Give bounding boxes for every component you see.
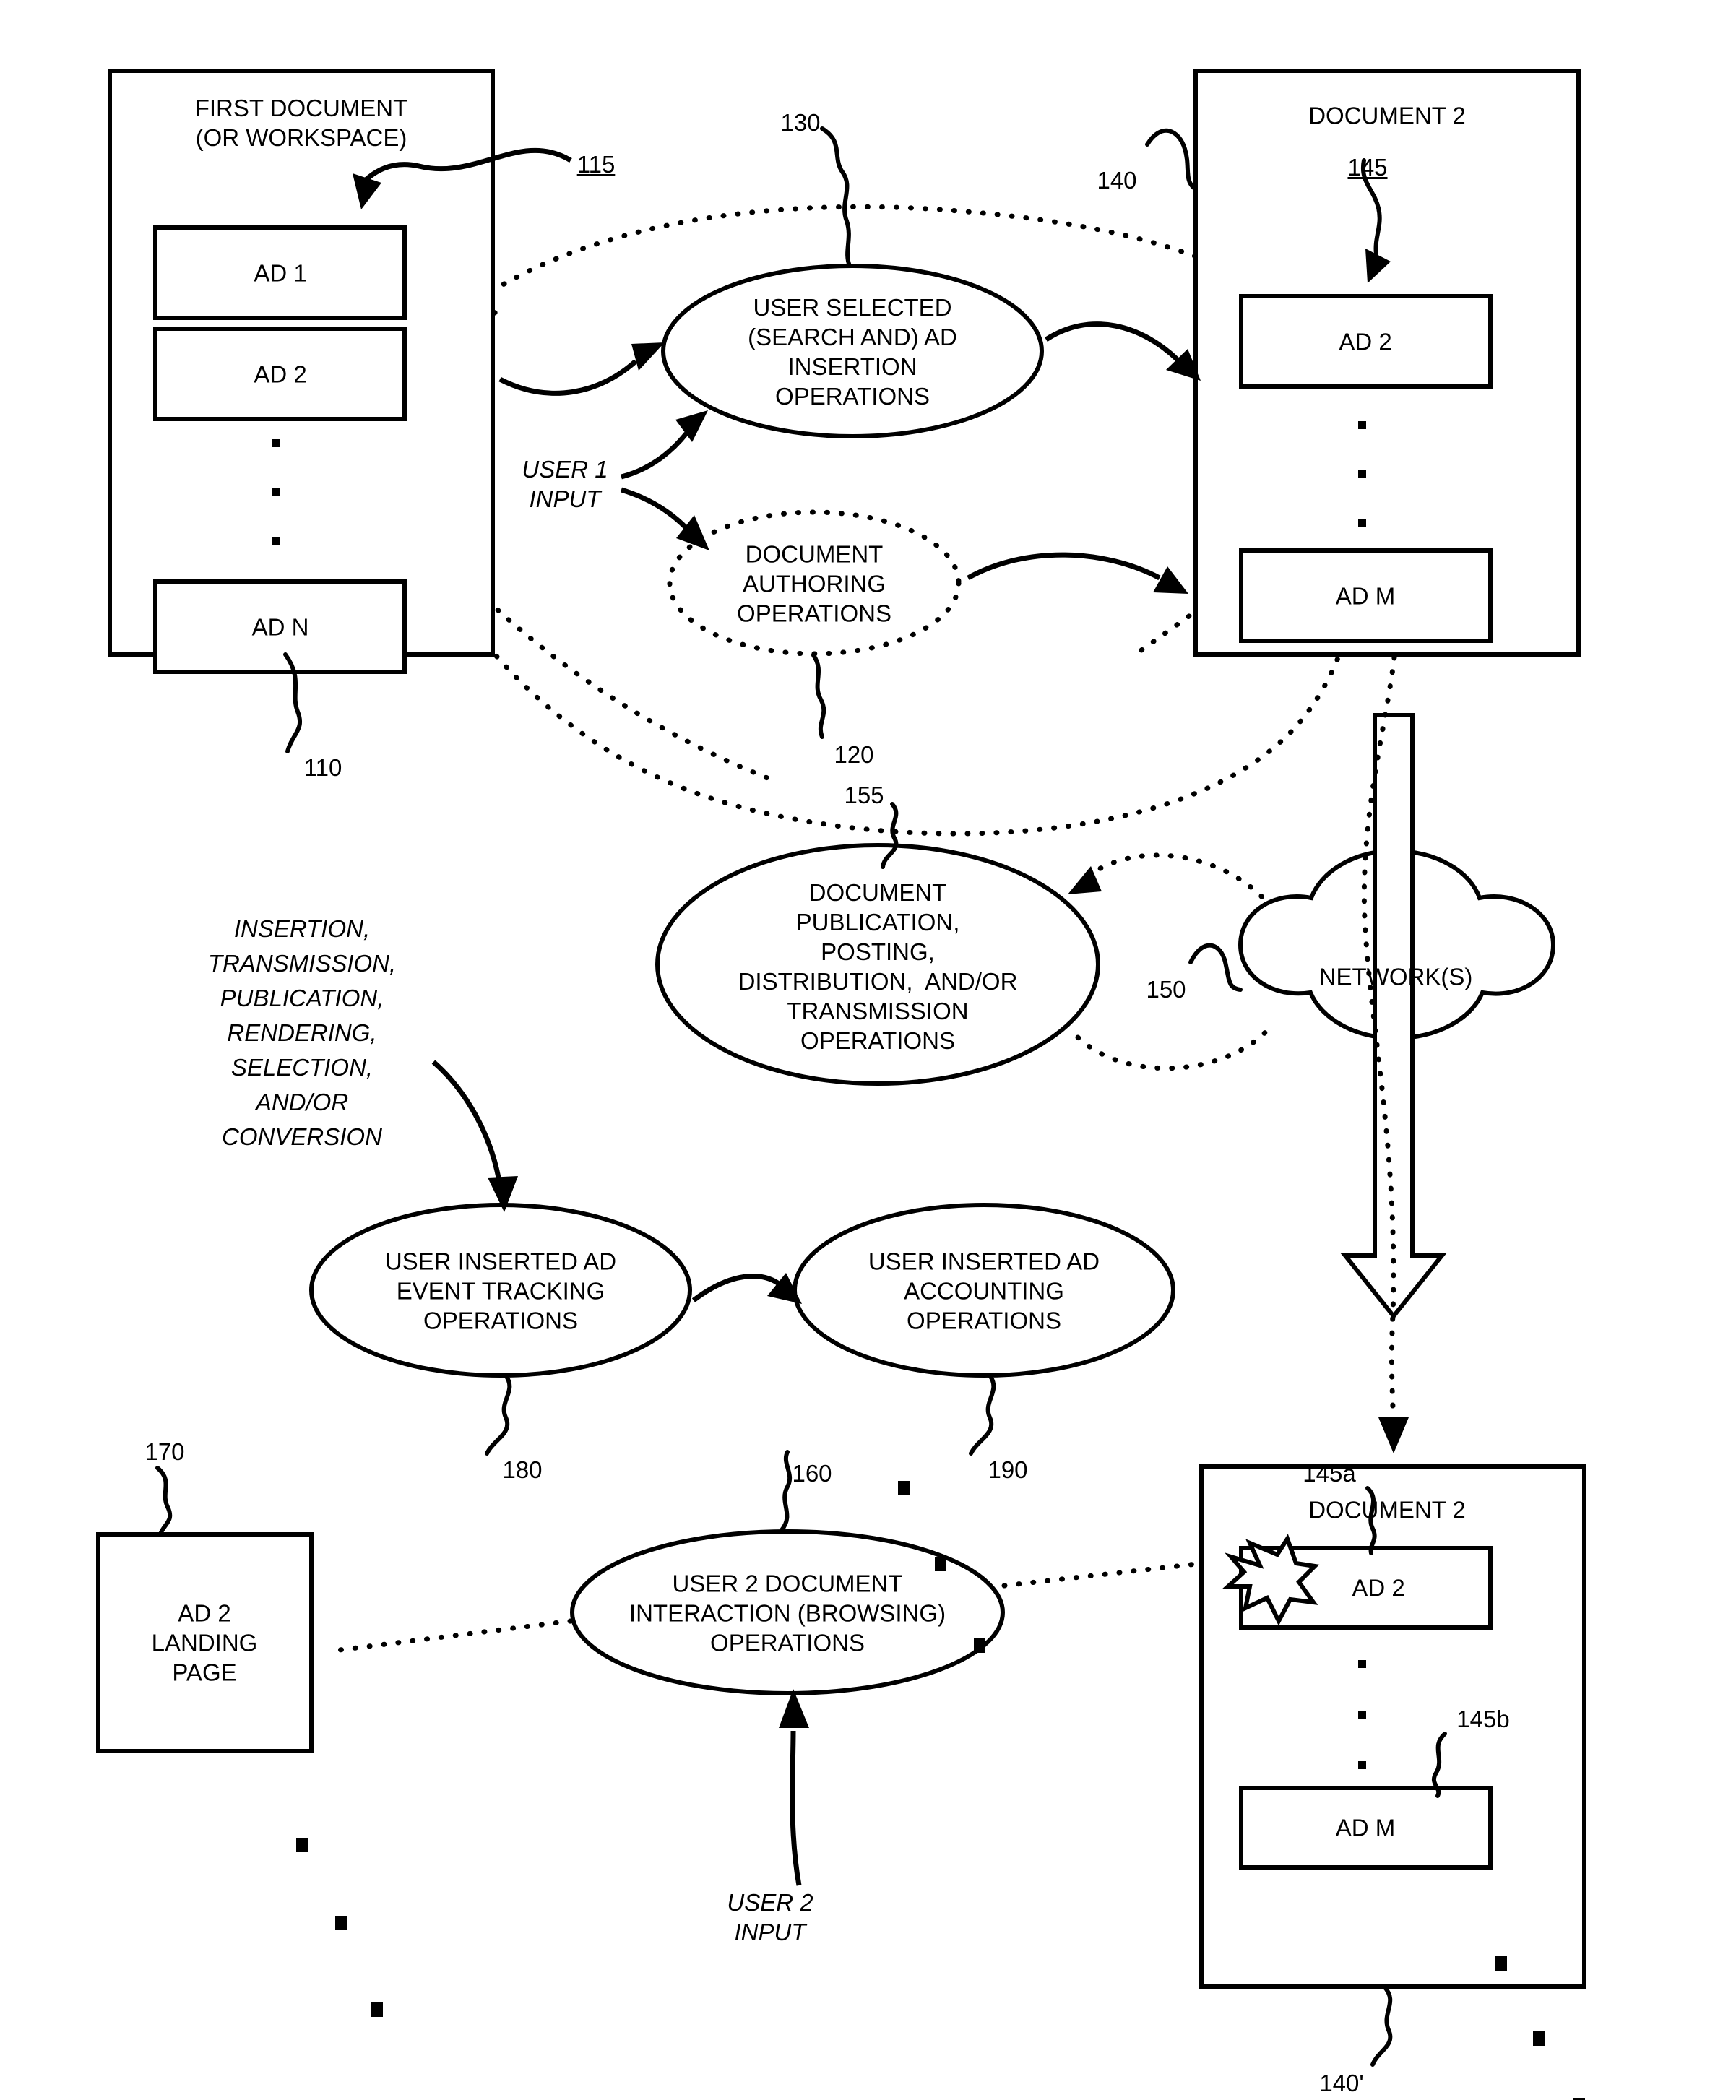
document2-top-ad-2-label: AD 2 [1339,328,1392,355]
arrowhead-ad2-to-insertion [631,342,665,371]
browsing-label: USER 2 DOCUMENT INTERACTION (BROWSING) O… [629,1570,946,1656]
arrow-insertion-to-doc2 [1045,321,1180,362]
ref-160: 160 [792,1460,832,1487]
continuation-dot [1495,1956,1507,1971]
leader-150 [1188,943,1243,992]
ref-140-prime: 140' [1319,2070,1364,2096]
document2-bottom-box [1199,1464,1586,1989]
arrow-user1-to-insertion [621,431,688,480]
ref-150: 150 [1146,976,1186,1003]
document2-bottom-ad-m-label: AD M [1335,1814,1396,1841]
leader-190 [969,1373,996,1456]
ad-insertion-label: USER SELECTED (SEARCH AND) AD INSERTION … [748,294,957,410]
first-document-ad-n-label: AD N [251,613,309,641]
continuation-dot [898,1481,910,1495]
publication-label: DOCUMENT PUBLICATION, POSTING, DISTRIBUT… [738,879,1018,1054]
leader-160 [780,1450,793,1532]
dotted-browsing-to-landing [337,1618,574,1653]
continuation-dot [974,1638,985,1653]
ref-145a: 145a [1303,1460,1356,1487]
ellipsis-dot [1358,1660,1366,1668]
arrowhead-cloud-to-publication [1068,866,1102,894]
dotted-ad2click-to-browsing [1001,1557,1231,1589]
network-label: NETWORK(S) [1318,963,1473,990]
leader-140prime [1370,1984,1393,2067]
first-document-ad-1-label: AD 1 [254,259,307,287]
leader-140 [1145,128,1198,191]
leader-180 [485,1373,512,1456]
continuation-dot [371,2002,383,2017]
ref-130: 130 [780,109,821,136]
continuation-dot [335,1916,347,1930]
arrow-user1-to-authoring [620,487,690,532]
ellipsis-dot [1358,1761,1366,1769]
arrow-lifecycle-to-tracking [431,1060,501,1178]
document2-top-ad-m-label: AD M [1335,582,1396,610]
user1-input-label: USER 1 INPUT [522,456,608,512]
ref-120: 120 [834,741,874,768]
ellipsis-dot [272,488,280,496]
arrow-tracking-to-accounting [691,1274,784,1302]
ref-110: 110 [303,754,342,781]
ref-155: 155 [844,782,884,808]
dotted-publication-to-cloud [1075,1023,1274,1071]
ref-145b: 145b [1456,1706,1510,1732]
event-tracking-label: USER INSERTED AD EVENT TRACKING OPERATIO… [384,1248,617,1334]
document2-bottom-ad-2-label: AD 2 [1352,1574,1405,1602]
accounting-label: USER INSERTED AD ACCOUNTING OPERATIONS [868,1248,1100,1334]
ellipsis-dot [1358,519,1366,527]
ref-140: 140 [1097,167,1137,194]
continuation-dot [296,1838,308,1852]
ref-170: 170 [144,1438,185,1465]
ellipsis-dot [1358,1711,1366,1719]
leader-120 [811,653,826,739]
user2-input-label: USER 2 INPUT [727,1889,813,1945]
arrowhead-doc2-bottom [1378,1417,1409,1453]
document2-top-title: DOCUMENT 2 [1308,102,1466,129]
ellipsis-dot [272,537,280,545]
arrow-ad2-to-insertion [498,359,638,396]
document2-bottom-title: DOCUMENT 2 [1308,1496,1466,1524]
ellipsis-dot [1358,470,1366,478]
ref-180: 180 [502,1456,543,1483]
ref-145: 145 [1347,154,1388,181]
ref-115: 115 [576,151,616,178]
arrow-authoring-to-adm [967,552,1161,581]
continuation-dot [1533,2031,1545,2046]
dotted-cloud-to-publication [1088,852,1274,910]
patent-figure-page: FIRST DOCUMENT (OR WORKSPACE) AD 1 AD 2 … [0,0,1736,2100]
leader-170 [155,1466,173,1537]
document-authoring-label: DOCUMENT AUTHORING OPERATIONS [737,540,891,627]
ellipsis-dot [272,439,280,447]
first-document-ad-2-label: AD 2 [254,360,307,388]
landing-page-label: AD 2 LANDING PAGE [151,1599,258,1686]
arrow-user2-input [790,1730,802,1886]
lifecycle-annotation: INSERTION, TRANSMISSION, PUBLICATION, RE… [207,915,397,1150]
ref-190: 190 [988,1456,1028,1483]
first-document-title: FIRST DOCUMENT (OR WORKSPACE) [194,95,408,151]
ellipsis-dot [1358,421,1366,429]
leader-130 [820,126,852,268]
